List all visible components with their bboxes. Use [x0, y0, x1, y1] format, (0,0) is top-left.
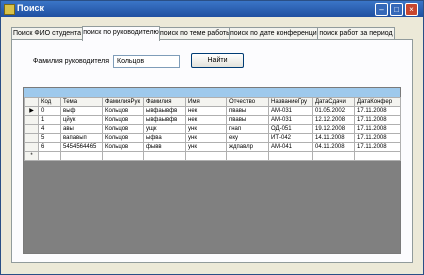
table-cell[interactable]: нек — [185, 115, 227, 125]
table-cell[interactable]: 5454564465 — [60, 142, 103, 152]
table-cell[interactable]: 4 — [38, 124, 61, 134]
supervisor-surname-input[interactable]: Кольцов — [113, 55, 180, 68]
find-button[interactable]: Найти — [191, 53, 244, 68]
minimize-icon[interactable]: – — [375, 3, 388, 16]
window-title: Поиск — [17, 3, 45, 13]
table-cell[interactable]: АМ-031 — [268, 115, 313, 125]
app-icon — [4, 4, 15, 15]
table-cell[interactable] — [185, 151, 227, 161]
results-table: Код Тема ФамилияРук Фамилия Имя Отчество… — [24, 97, 401, 161]
table-cell[interactable]: пвавы — [226, 106, 269, 116]
table-cell[interactable] — [354, 151, 401, 161]
table-cell[interactable]: Кольцов — [102, 142, 144, 152]
row-header-corner — [24, 97, 39, 107]
table-cell[interactable]: 17.11.2008 — [354, 115, 401, 125]
table-row[interactable]: 6 5454564465 Кольцов фывв унк ждпавлр АМ… — [24, 142, 401, 152]
table-cell[interactable]: 17.11.2008 — [354, 142, 401, 152]
tab-supervisor[interactable]: поиск по руководителю — [82, 26, 160, 41]
title-bar[interactable]: Поиск – □ × — [1, 1, 423, 17]
table-row[interactable]: 4 авы Кольцов ущк унк гнап ОД-051 19.12.… — [24, 124, 401, 134]
table-cell[interactable]: фывв — [143, 142, 186, 152]
table-cell[interactable]: 6 — [38, 142, 61, 152]
column-header[interactable]: ФамилияРук — [102, 97, 144, 107]
row-header[interactable] — [24, 115, 39, 125]
table-cell[interactable] — [102, 151, 144, 161]
table-cell[interactable] — [312, 151, 355, 161]
table-row[interactable]: ▶ 0 выф Кольцов ывфаывфв нек пвавы АМ-03… — [24, 106, 401, 116]
table-cell[interactable]: авы — [60, 124, 103, 134]
table-cell[interactable]: ущк — [143, 124, 186, 134]
table-cell[interactable]: ждпавлр — [226, 142, 269, 152]
column-header[interactable]: Отчество — [226, 97, 269, 107]
table-cell[interactable] — [60, 151, 103, 161]
table-cell[interactable]: 17.11.2008 — [354, 133, 401, 143]
table-cell[interactable]: ывфаывфв — [143, 106, 186, 116]
table-cell[interactable] — [38, 151, 61, 161]
column-header[interactable]: Тема — [60, 97, 103, 107]
table-cell[interactable]: 17.11.2008 — [354, 106, 401, 116]
table-cell[interactable]: вапавып — [60, 133, 103, 143]
table-cell[interactable]: 01.05.2002 — [312, 106, 355, 116]
column-header[interactable]: Код — [38, 97, 61, 107]
table-cell[interactable]: 1 — [38, 115, 61, 125]
column-header[interactable]: ДатаСдачи — [312, 97, 355, 107]
row-header[interactable] — [24, 142, 39, 152]
grid-header-row: Код Тема ФамилияРук Фамилия Имя Отчество… — [24, 97, 401, 107]
table-cell[interactable]: выф — [60, 106, 103, 116]
maximize-icon[interactable]: □ — [390, 3, 403, 16]
new-row[interactable]: * — [24, 151, 401, 161]
row-header[interactable] — [24, 124, 39, 134]
table-cell[interactable]: Кольцов — [102, 115, 144, 125]
column-header[interactable]: НазваниеГру — [268, 97, 313, 107]
table-cell[interactable]: ИТ-042 — [268, 133, 313, 143]
table-cell[interactable]: гнап — [226, 124, 269, 134]
table-cell[interactable] — [268, 151, 313, 161]
row-header[interactable] — [24, 133, 39, 143]
table-cell[interactable]: 17.11.2008 — [354, 124, 401, 134]
table-cell[interactable]: цйук — [60, 115, 103, 125]
table-cell[interactable]: нек — [185, 106, 227, 116]
table-cell[interactable] — [143, 151, 186, 161]
column-header[interactable]: Фамилия — [143, 97, 186, 107]
table-cell[interactable]: 04.11.2008 — [312, 142, 355, 152]
table-cell[interactable]: Кольцов — [102, 133, 144, 143]
table-cell[interactable]: пвавы — [226, 115, 269, 125]
table-cell[interactable]: унк — [185, 142, 227, 152]
table-cell[interactable]: 5 — [38, 133, 61, 143]
table-cell[interactable]: АМ-041 — [268, 142, 313, 152]
table-cell[interactable]: АМ-031 — [268, 106, 313, 116]
table-cell[interactable]: ывфаывфв — [143, 115, 186, 125]
table-row[interactable]: 1 цйук Кольцов ывфаывфв нек пвавы АМ-031… — [24, 115, 401, 125]
table-cell[interactable]: Кольцов — [102, 124, 144, 134]
tab-panel-supervisor: Фамилия руководителя Кольцов Найти Код Т… — [11, 39, 413, 263]
grid-header-strip — [24, 88, 400, 97]
search-window: Поиск – □ × Поиск ФИО студента поиск по … — [0, 0, 424, 275]
table-cell[interactable]: ОД-051 — [268, 124, 313, 134]
table-cell[interactable] — [226, 151, 269, 161]
table-cell[interactable]: унк — [185, 133, 227, 143]
table-row[interactable]: 5 вапавып Кольцов ыфва унк еку ИТ-042 14… — [24, 133, 401, 143]
close-icon[interactable]: × — [405, 3, 418, 16]
supervisor-surname-label: Фамилия руководителя — [33, 58, 110, 65]
table-cell[interactable]: унк — [185, 124, 227, 134]
table-cell[interactable]: 19.12.2008 — [312, 124, 355, 134]
table-cell[interactable]: еку — [226, 133, 269, 143]
tab-strip: Поиск ФИО студента поиск по руководителю… — [11, 26, 411, 41]
table-cell[interactable]: Кольцов — [102, 106, 144, 116]
table-cell[interactable]: 14.11.2008 — [312, 133, 355, 143]
table-cell[interactable]: 0 — [38, 106, 61, 116]
column-header[interactable]: ДатаКонфер — [354, 97, 401, 107]
new-row-asterisk-icon[interactable]: * — [24, 151, 39, 161]
results-grid[interactable]: Код Тема ФамилияРук Фамилия Имя Отчество… — [23, 87, 401, 254]
column-header[interactable]: Имя — [185, 97, 227, 107]
table-cell[interactable]: 12.12.2008 — [312, 115, 355, 125]
current-row-arrow-icon[interactable]: ▶ — [24, 106, 39, 116]
table-cell[interactable]: ыфва — [143, 133, 186, 143]
